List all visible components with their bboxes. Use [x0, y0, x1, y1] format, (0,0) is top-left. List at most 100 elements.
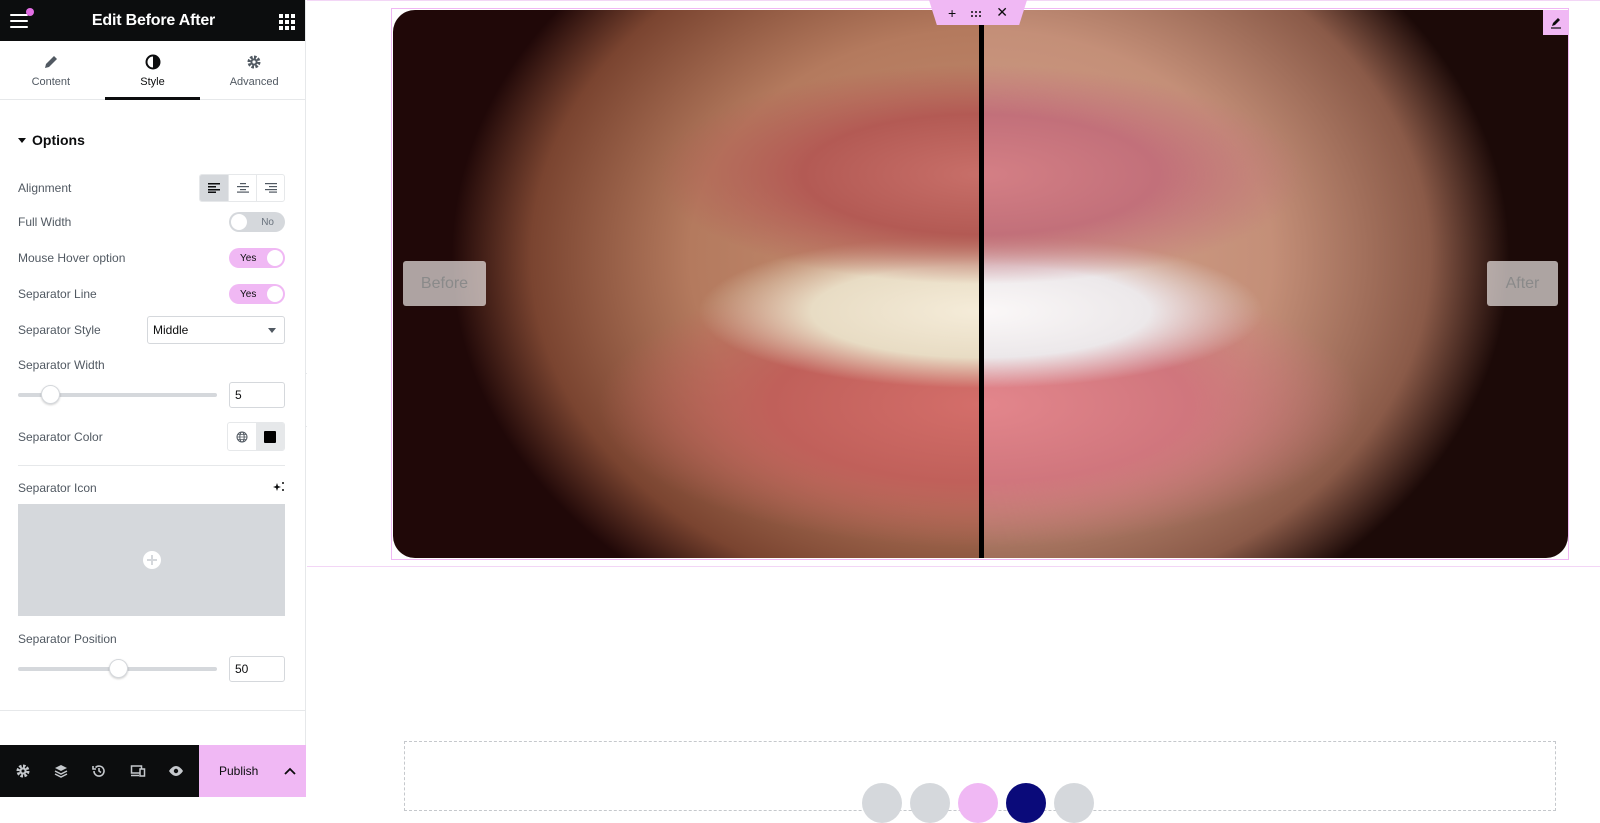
align-left-icon	[208, 183, 220, 193]
responsive-icon[interactable]	[126, 759, 150, 783]
alignment-group	[199, 174, 285, 202]
close-icon[interactable]: ✕	[996, 4, 1008, 21]
select-value: Middle	[153, 323, 188, 337]
after-image	[981, 10, 1569, 558]
extra-addon-button[interactable]	[1054, 783, 1094, 823]
beta-feature-button[interactable]	[1006, 783, 1046, 823]
plus-circle-icon	[143, 551, 161, 569]
toggle-text: Yes	[240, 289, 256, 300]
full-width-toggle[interactable]: No	[229, 212, 285, 232]
after-label: After	[1487, 261, 1558, 306]
align-right-button[interactable]	[256, 175, 284, 201]
separator-position-label-row: Separator Position	[0, 632, 305, 646]
mouse-hover-control: Mouse Hover option Yes	[0, 248, 305, 268]
section-title: Options	[32, 132, 85, 148]
gear-icon	[246, 53, 262, 71]
section-handle: + ✕	[929, 0, 1027, 25]
publish-label: Publish	[219, 764, 258, 778]
toggle-text: No	[261, 217, 274, 228]
separator-position-label: Separator Position	[18, 632, 117, 646]
tab-label: Content	[32, 76, 71, 88]
caret-down-icon	[18, 138, 26, 143]
chevron-down-icon	[268, 328, 276, 333]
align-center-button[interactable]	[228, 175, 256, 201]
separator-style-label: Separator Style	[18, 323, 101, 337]
tab-label: Style	[140, 76, 164, 88]
notification-dot	[26, 8, 34, 16]
pencil-icon	[1550, 17, 1562, 29]
separator-position-input[interactable]: 50	[229, 656, 285, 682]
align-center-icon	[237, 183, 249, 193]
separator-position-control: 50	[0, 656, 305, 682]
edit-widget-button[interactable]	[1543, 10, 1568, 35]
separator-style-select[interactable]: Middle	[147, 316, 285, 344]
settings-gear-icon[interactable]	[11, 759, 35, 783]
separator-line-toggle[interactable]: Yes	[229, 284, 285, 304]
slider-thumb[interactable]	[41, 385, 60, 404]
history-icon[interactable]	[87, 759, 111, 783]
ai-button[interactable]	[958, 783, 998, 823]
add-section-icon[interactable]: +	[948, 5, 956, 21]
separator-width-slider[interactable]	[18, 393, 217, 397]
panel-controls[interactable]: Options Alignment Full Width No Mouse Ho…	[0, 100, 305, 745]
contrast-icon	[145, 53, 161, 71]
tab-advanced[interactable]: Advanced	[203, 41, 305, 99]
separator-icon-control: Separator Icon	[0, 478, 305, 498]
hamburger-icon[interactable]	[10, 14, 28, 28]
eye-icon[interactable]	[164, 759, 188, 783]
mouse-hover-label: Mouse Hover option	[18, 251, 125, 265]
mouse-hover-toggle[interactable]: Yes	[229, 248, 285, 268]
add-section-button[interactable]	[862, 783, 902, 823]
icon-library-picker[interactable]	[18, 504, 285, 616]
align-left-button[interactable]	[200, 175, 228, 201]
chevron-up-icon[interactable]	[284, 764, 296, 778]
divider	[18, 465, 285, 466]
alignment-label: Alignment	[18, 181, 71, 195]
separator-color-label: Separator Color	[18, 430, 103, 444]
tab-content[interactable]: Content	[0, 41, 102, 99]
layers-icon[interactable]	[49, 759, 73, 783]
slider-thumb[interactable]	[109, 659, 128, 678]
color-swatch[interactable]	[256, 423, 284, 450]
separator-icon-label: Separator Icon	[18, 481, 97, 495]
publish-button[interactable]: Publish	[199, 745, 306, 797]
dropzone-buttons	[862, 783, 1094, 823]
panel-title: Edit Before After	[92, 12, 215, 30]
separator-color-control: Separator Color	[0, 422, 305, 451]
separator-position-slider[interactable]	[18, 667, 217, 671]
globe-icon[interactable]	[228, 423, 256, 450]
separator-width-control: 5	[0, 382, 305, 408]
ai-sparkle-icon[interactable]	[273, 481, 285, 496]
divider	[0, 710, 305, 711]
panel-footer: Publish	[0, 745, 306, 797]
before-after-widget[interactable]: Before After	[393, 10, 1568, 558]
tab-style[interactable]: Style	[102, 41, 204, 99]
separator-width-input[interactable]: 5	[229, 382, 285, 408]
before-label: Before	[403, 261, 486, 306]
panel-header: Edit Before After	[0, 0, 305, 41]
separator-color-picker	[227, 422, 285, 451]
pencil-icon	[43, 53, 59, 71]
separator-style-control: Separator Style Middle	[0, 316, 305, 344]
section-outline	[307, 566, 1600, 567]
separator-width-label-row: Separator Width	[0, 358, 305, 372]
editor-panel: Edit Before After Content Style Advanced…	[0, 0, 306, 797]
grid-icon[interactable]	[279, 14, 293, 28]
footer-tools	[0, 745, 199, 797]
panel-tabs: Content Style Advanced	[0, 41, 305, 100]
section-options-toggle[interactable]: Options	[0, 100, 305, 174]
toggle-knob	[230, 213, 248, 231]
drag-handle-icon[interactable]	[970, 5, 982, 21]
separator-line-label: Separator Line	[18, 287, 97, 301]
tab-label: Advanced	[230, 76, 279, 88]
separator-width-label: Separator Width	[18, 358, 105, 372]
separator-line-control: Separator Line Yes	[0, 284, 305, 304]
separator-handle[interactable]	[979, 10, 984, 558]
toggle-knob	[266, 285, 284, 303]
full-width-control: Full Width No	[0, 212, 305, 232]
toggle-text: Yes	[240, 253, 256, 264]
align-right-icon	[265, 183, 277, 193]
alignment-control: Alignment	[0, 174, 305, 202]
toggle-knob	[266, 249, 284, 267]
template-library-button[interactable]	[910, 783, 950, 823]
